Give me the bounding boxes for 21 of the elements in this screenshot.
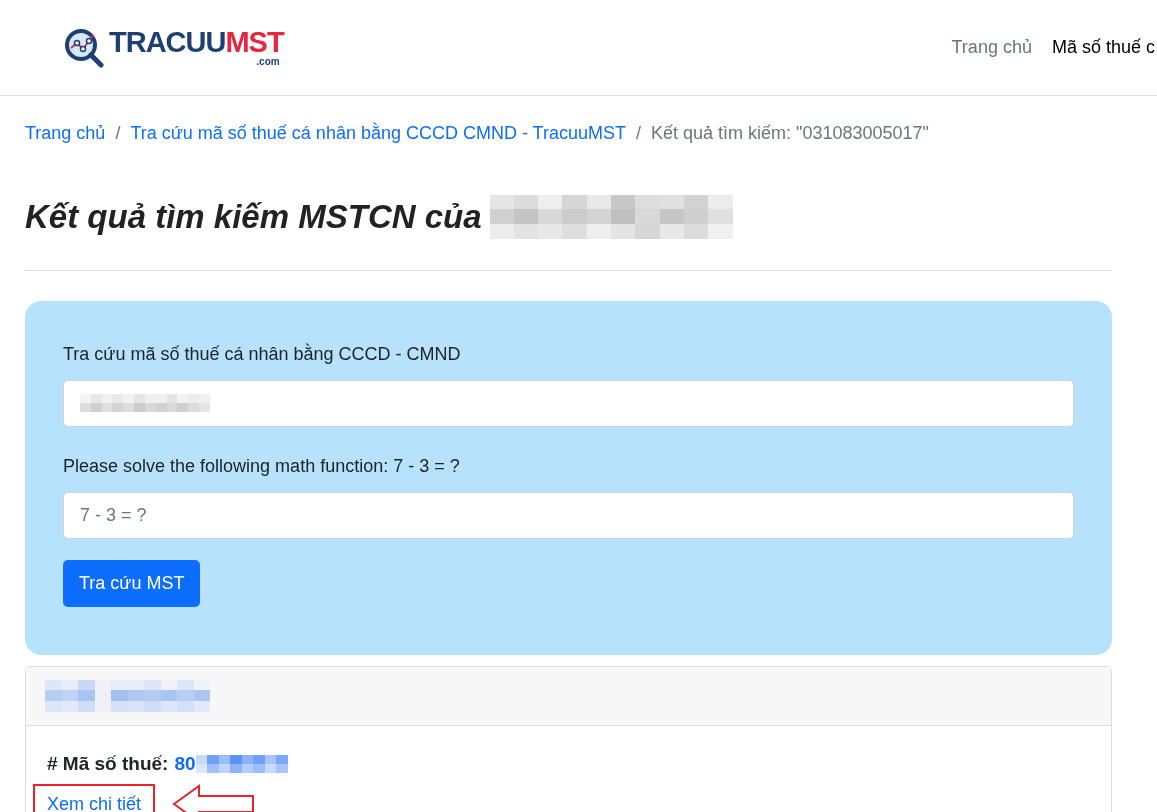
breadcrumb-current: Kết quả tìm kiếm: "031083005017" xyxy=(651,122,929,145)
nav-link[interactable]: Trang chủ xyxy=(951,34,1032,61)
logo-text: MST xyxy=(225,28,284,57)
detail-link[interactable]: Xem chi tiết xyxy=(33,784,156,812)
breadcrumb-link[interactable]: Tra cứu mã số thuế cá nhân bằng CCCD CMND - TracuuMST xyxy=(130,120,626,147)
answer-input-field[interactable]: 7 - 3 = ? xyxy=(63,491,1074,539)
breadcrumb-separator: / xyxy=(114,122,122,145)
nav-link[interactable]: Mã số thuế c xyxy=(1051,34,1155,61)
logo-domain: .com xyxy=(256,57,280,67)
id-input-field[interactable] xyxy=(63,379,1074,427)
submit-button[interactable]: Tra cứu MST xyxy=(63,559,201,607)
field-label: Please solve the following math function: 7 - 3 = ? xyxy=(63,454,461,478)
breadcrumb-link[interactable]: Trang chủ xyxy=(25,120,106,147)
logo-text: TRACUU xyxy=(109,28,226,57)
tax-code-link[interactable]: 80 xyxy=(174,749,196,778)
field-label: Tra cứu mã số thuế cá nhân bằng CCCD - CMND xyxy=(63,342,462,366)
magnifier-chart-icon xyxy=(63,27,107,68)
breadcrumb-separator: / xyxy=(634,122,642,145)
arrow-icon xyxy=(172,784,257,812)
tax-code-label: # Mã số thuế: xyxy=(47,751,169,776)
page-heading: Kết quả tìm kiếm MSTCN của xyxy=(25,197,482,237)
